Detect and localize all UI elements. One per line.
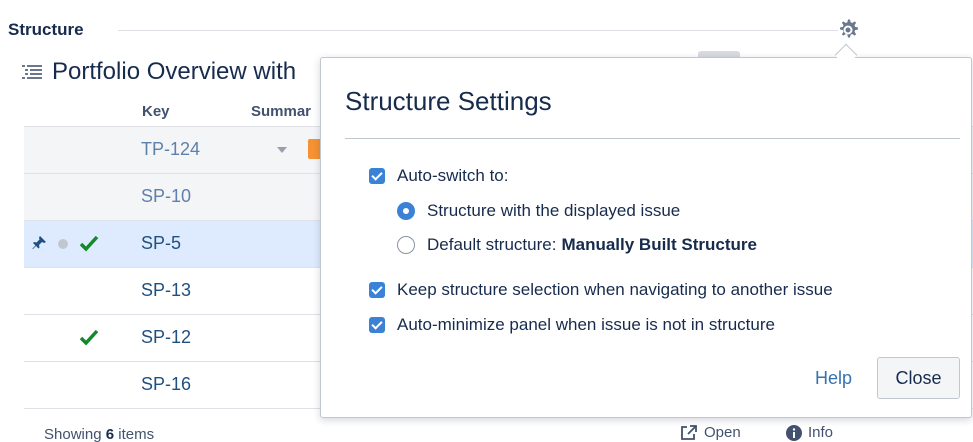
- dialog-divider: [345, 138, 960, 139]
- structure-settings-dialog: Structure Settings Auto-switch to: Struc…: [320, 57, 972, 418]
- dialog-title: Structure Settings: [345, 86, 552, 116]
- close-button[interactable]: Close: [877, 357, 960, 399]
- check-icon: [79, 329, 99, 346]
- auto-switch-option[interactable]: Auto-switch to:: [369, 166, 509, 186]
- structure-name: Portfolio Overview with: [52, 58, 297, 85]
- auto-minimize-checkbox[interactable]: [369, 317, 385, 333]
- check-icon: [79, 235, 99, 252]
- keep-selection-option[interactable]: Keep structure selection when navigating…: [369, 280, 833, 300]
- structure-title: Portfolio Overview with: [22, 58, 296, 86]
- open-link[interactable]: Open: [680, 424, 741, 441]
- keep-selection-checkbox[interactable]: [369, 282, 385, 298]
- column-header-summary[interactable]: Summar: [251, 103, 311, 120]
- help-link[interactable]: Help: [815, 368, 852, 389]
- status-dot-icon: [58, 239, 68, 249]
- info-link[interactable]: Info: [786, 424, 833, 441]
- default-structure-option[interactable]: Default structure: Manually Built Struct…: [397, 235, 757, 255]
- auto-switch-checkbox[interactable]: [369, 168, 385, 184]
- issue-key[interactable]: SP-12: [141, 327, 191, 348]
- issue-key[interactable]: SP-5: [141, 233, 181, 254]
- issue-key[interactable]: SP-16: [141, 374, 191, 395]
- column-header-key[interactable]: Key: [142, 103, 170, 120]
- gear-icon[interactable]: [836, 18, 860, 42]
- issue-key[interactable]: SP-13: [141, 280, 191, 301]
- displayed-issue-radio[interactable]: [397, 202, 415, 220]
- item-count: Showing 6 items: [44, 426, 155, 442]
- issue-key[interactable]: TP-124: [141, 139, 200, 160]
- issue-key[interactable]: SP-10: [141, 186, 191, 207]
- chevron-down-icon[interactable]: [277, 147, 287, 153]
- displayed-issue-option[interactable]: Structure with the displayed issue: [397, 201, 680, 221]
- list-icon: [22, 65, 42, 79]
- external-link-icon: [681, 424, 697, 440]
- section-header: Structure: [8, 18, 868, 42]
- section-title: Structure: [8, 20, 92, 40]
- section-divider: [118, 30, 838, 31]
- pin-icon[interactable]: [32, 236, 46, 250]
- info-icon: [786, 424, 802, 441]
- auto-minimize-option[interactable]: Auto-minimize panel when issue is not in…: [369, 315, 775, 335]
- default-structure-radio[interactable]: [397, 236, 415, 254]
